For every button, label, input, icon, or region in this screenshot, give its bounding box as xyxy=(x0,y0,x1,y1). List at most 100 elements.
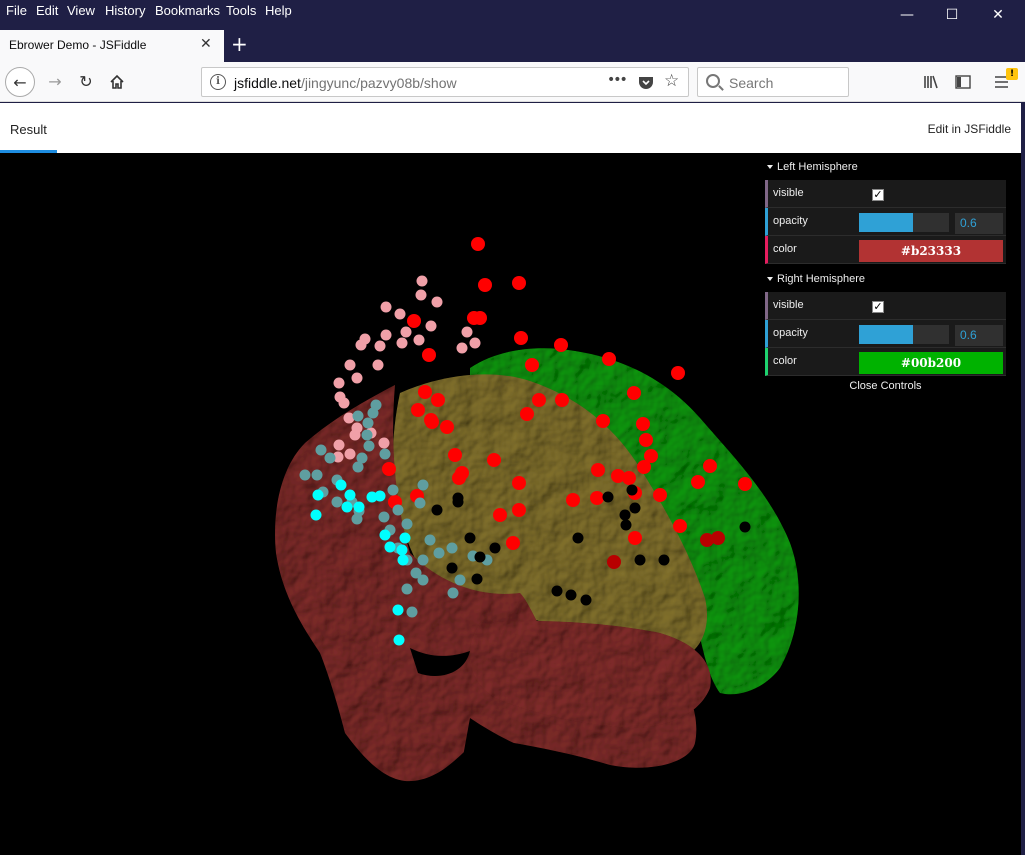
electrode-dot xyxy=(311,469,323,481)
electrode-dot xyxy=(392,604,404,616)
reload-icon: ↻ xyxy=(79,72,93,91)
tab-jsfiddle[interactable]: Ebrower Demo - JSFiddle ✕ xyxy=(0,30,224,62)
sidebar-icon[interactable] xyxy=(955,74,971,90)
menu-view[interactable]: View xyxy=(67,3,95,18)
edit-in-jsfiddle-link[interactable]: Edit in JSFiddle xyxy=(928,122,1011,136)
electrode-dot xyxy=(312,489,324,501)
electrode-dot xyxy=(416,275,428,287)
new-tab-button[interactable]: + xyxy=(231,32,248,56)
back-button[interactable]: ← xyxy=(5,67,35,97)
menu-bookmarks[interactable]: Bookmarks xyxy=(155,3,220,18)
info-icon[interactable]: i xyxy=(210,74,226,90)
left-hemisphere-folder[interactable]: Left Hemisphere xyxy=(765,158,1006,180)
electrode-dot xyxy=(422,348,436,362)
electrode-dot xyxy=(353,501,365,513)
electrode-dot xyxy=(673,519,687,533)
pocket-icon[interactable] xyxy=(638,75,654,90)
maximize-button[interactable]: ☐ xyxy=(929,0,975,30)
electrode-dot xyxy=(331,496,343,508)
update-badge-icon: ! xyxy=(1006,68,1018,80)
electrode-dot xyxy=(525,358,539,372)
menu-history[interactable]: History xyxy=(105,3,145,18)
left-color-label: color xyxy=(773,243,797,255)
electrode-dot xyxy=(464,532,476,544)
left-color-picker[interactable]: #b23333 xyxy=(859,240,1003,262)
electrode-dot xyxy=(566,493,580,507)
electrode-dot xyxy=(446,562,458,574)
right-opacity-slider[interactable] xyxy=(859,325,949,344)
electrode-dot xyxy=(315,444,327,456)
right-color-picker[interactable]: #00b200 xyxy=(859,352,1003,374)
close-window-button[interactable]: ✕ xyxy=(975,0,1021,30)
arrow-right-icon: → xyxy=(48,72,62,91)
right-opacity-label: opacity xyxy=(773,327,808,339)
menu-help[interactable]: Help xyxy=(265,3,292,18)
electrode-dot xyxy=(396,544,408,556)
left-opacity-value[interactable]: 0.6 xyxy=(955,213,1003,234)
electrode-dot xyxy=(299,469,311,481)
reload-button[interactable]: ↻ xyxy=(71,67,101,97)
electrode-dot xyxy=(379,448,391,460)
electrode-dot xyxy=(335,479,347,491)
arrow-left-icon: ← xyxy=(13,73,27,92)
right-visible-checkbox[interactable]: ✓ xyxy=(872,301,884,313)
electrode-dot xyxy=(338,397,350,409)
electrode-dot xyxy=(355,339,367,351)
left-opacity-slider[interactable] xyxy=(859,213,949,232)
left-visible-checkbox[interactable]: ✓ xyxy=(872,189,884,201)
right-visible-label: visible xyxy=(773,299,804,311)
webgl-viewport[interactable]: Left Hemisphere visible ✓ opacity 0.6 co… xyxy=(0,153,1021,855)
home-button[interactable] xyxy=(102,67,132,97)
jsfiddle-header: Result Edit in JSFiddle xyxy=(0,103,1021,153)
electrode-dot xyxy=(361,429,373,441)
electrode-dot xyxy=(407,314,421,328)
electrode-dot xyxy=(387,484,399,496)
electrode-dot xyxy=(473,311,487,325)
library-icon[interactable] xyxy=(923,74,940,90)
tab-bar: Ebrower Demo - JSFiddle ✕ + xyxy=(0,30,1025,62)
electrode-dot xyxy=(627,386,641,400)
menu-file[interactable]: File xyxy=(6,3,27,18)
search-box[interactable]: Search xyxy=(697,67,849,97)
electrode-dot xyxy=(425,320,437,332)
close-controls-button[interactable]: Close Controls xyxy=(765,376,1006,396)
electrode-dot xyxy=(333,439,345,451)
electrode-dot xyxy=(344,448,356,460)
electrode-dot xyxy=(310,509,322,521)
electrode-dot xyxy=(596,414,610,428)
electrode-dot xyxy=(406,606,418,618)
electrode-dot xyxy=(532,393,546,407)
page-actions-icon[interactable]: ••• xyxy=(607,72,628,88)
electrode-dot xyxy=(379,529,391,541)
tab-close-icon[interactable]: ✕ xyxy=(200,36,212,52)
right-opacity-value[interactable]: 0.6 xyxy=(955,325,1003,346)
url-bar[interactable]: i jsfiddle.net/jingyunc/pazvy08b/show ••… xyxy=(201,67,689,97)
electrode-dot xyxy=(452,471,466,485)
url-path: /jingyunc/pazvy08b/show xyxy=(300,75,457,91)
electrode-dot xyxy=(378,511,390,523)
electrode-dot xyxy=(446,542,458,554)
electrode-dot xyxy=(637,460,651,474)
menu-edit[interactable]: Edit xyxy=(36,3,58,18)
bookmark-star-icon[interactable]: ☆ xyxy=(664,71,679,91)
search-icon xyxy=(706,74,720,88)
tab-result[interactable]: Result xyxy=(10,122,47,137)
menu-bar: File Edit View History Bookmarks Tools H… xyxy=(0,0,1025,24)
forward-button[interactable]: → xyxy=(40,67,70,97)
electrode-dot xyxy=(554,338,568,352)
right-hemisphere-folder[interactable]: Right Hemisphere xyxy=(765,270,1006,292)
electrode-dot xyxy=(512,476,526,490)
control-panel: Left Hemisphere visible ✓ opacity 0.6 co… xyxy=(765,158,1006,396)
url-text[interactable]: jsfiddle.net/jingyunc/pazvy08b/show xyxy=(234,75,457,91)
electrode-dot xyxy=(590,491,604,505)
electrode-dot xyxy=(629,502,641,514)
right-color-label: color xyxy=(773,355,797,367)
electrode-dot xyxy=(620,519,632,531)
electrode-dot xyxy=(431,296,443,308)
electrode-dot xyxy=(636,417,650,431)
electrode-dot xyxy=(367,407,379,419)
menu-tools[interactable]: Tools xyxy=(226,3,256,18)
electrode-dot xyxy=(671,366,685,380)
electrode-dot xyxy=(602,352,616,366)
minimize-button[interactable]: — xyxy=(884,0,930,30)
